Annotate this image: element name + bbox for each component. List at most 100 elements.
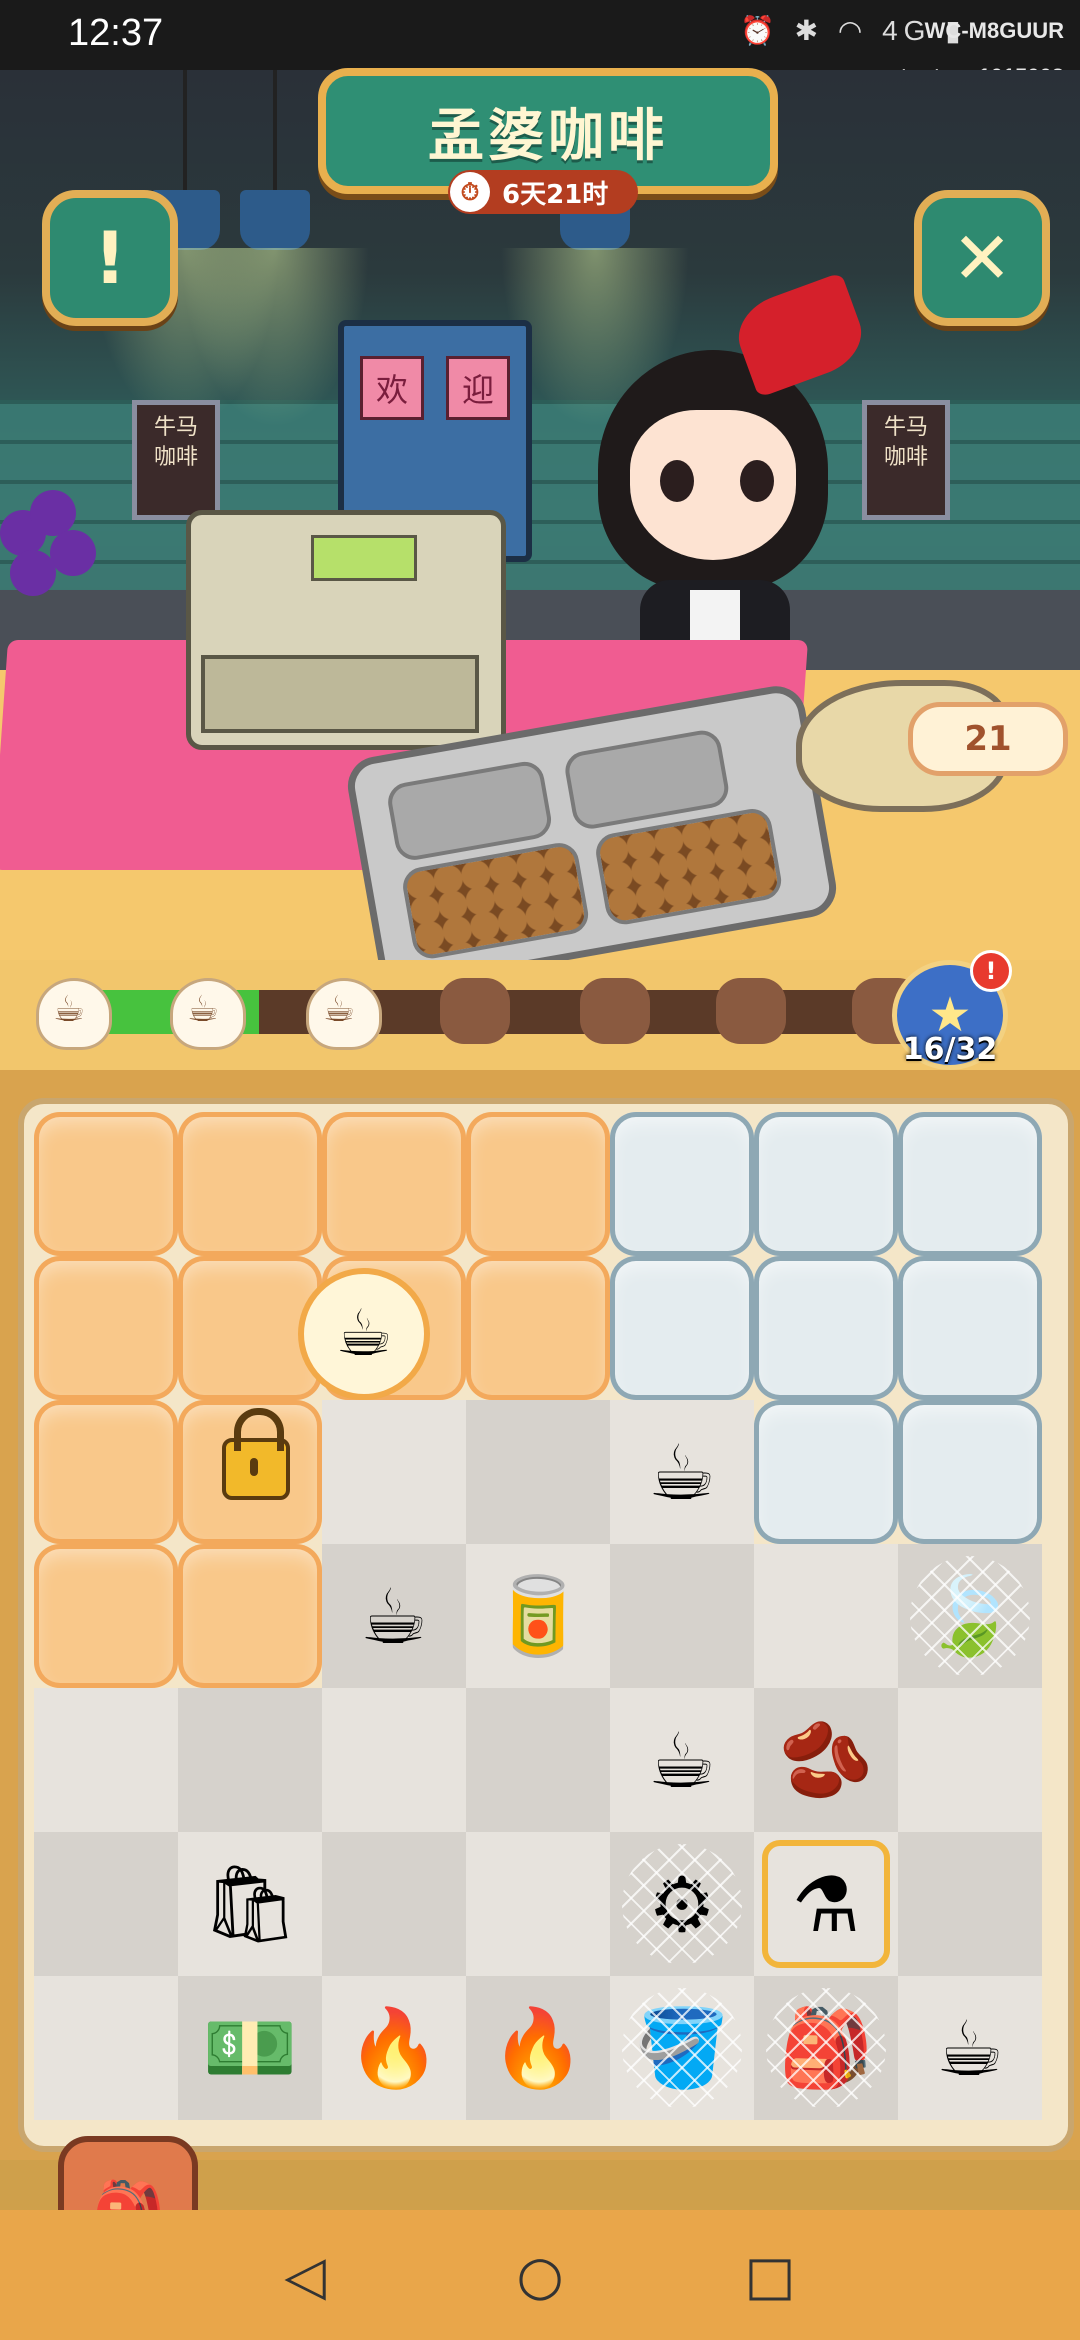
cash-register-icon[interactable] — [186, 510, 506, 750]
roaster-selected-icon[interactable]: ⚗ — [762, 1840, 890, 1968]
board-cell[interactable] — [34, 1256, 178, 1400]
menu-board-text: 牛马 咖啡 — [153, 415, 198, 470]
board-cell[interactable] — [898, 1688, 1042, 1832]
board-cell[interactable]: ⚙ — [610, 1832, 754, 1976]
progress-node-cup[interactable] — [306, 978, 382, 1050]
machine-web-icon[interactable]: 🎒 — [766, 1988, 886, 2108]
board-cell[interactable] — [466, 1832, 610, 1976]
progress-node-locked[interactable] — [580, 978, 650, 1044]
board-cell[interactable]: ☕ — [610, 1400, 754, 1544]
board-cell[interactable]: 🔥 — [466, 1976, 610, 2120]
tea-leaves-web-icon[interactable]: 🍃 — [910, 1556, 1030, 1676]
tray-beans — [399, 839, 592, 962]
board-cell[interactable]: 🔥 — [322, 1976, 466, 2120]
mug-icon[interactable]: ☕ — [334, 1556, 454, 1676]
board-cell[interactable] — [754, 1400, 898, 1544]
board-cell[interactable] — [754, 1256, 898, 1400]
latte-cup-icon[interactable]: ☕ — [910, 1988, 1030, 2108]
order-bubble[interactable]: ☕ — [298, 1268, 430, 1400]
blue-flame-icon[interactable]: 🔥 — [334, 1988, 454, 2108]
board-cell[interactable]: 🥫 — [466, 1544, 610, 1688]
board-cell[interactable] — [898, 1256, 1042, 1400]
bean-bowl-icon[interactable]: 🫘 — [766, 1700, 886, 1820]
merge-board: ☕ ☕ 🥫 🍃 ☕ 🫘 🛍 ⚙ ⚗ 💵 🔥 🔥 🪣 🎒 ☕ — [34, 1112, 1042, 2120]
board-cell[interactable] — [34, 1832, 178, 1976]
album-count: 16/32 — [902, 1032, 998, 1067]
pot-web-icon[interactable]: 🪣 — [622, 1988, 742, 2108]
board-cell[interactable] — [34, 1688, 178, 1832]
coffee-box-icon[interactable]: 🥫 — [478, 1556, 598, 1676]
board-cell[interactable] — [466, 1400, 610, 1544]
device-id: WC-M8GUUR — [924, 18, 1064, 43]
progress-node-cup[interactable] — [170, 978, 246, 1050]
board-cell[interactable] — [610, 1256, 754, 1400]
back-icon[interactable]: ◁ — [270, 2240, 340, 2310]
latte-icon: ☕ — [335, 1297, 393, 1371]
board-cell[interactable] — [466, 1112, 610, 1256]
board-cell[interactable] — [178, 1400, 322, 1544]
coffee-bag-icon[interactable]: 🛍 — [190, 1844, 310, 1964]
board-cell[interactable] — [34, 1400, 178, 1544]
cash-icon[interactable]: 💵 — [190, 1988, 310, 2108]
status-bar: 12:37 ⏰ ✱ ◠ 4G ▮ WC-M8GUUR taptap_101500… — [0, 0, 1080, 89]
board-cell[interactable] — [178, 1112, 322, 1256]
progress-node-locked[interactable] — [440, 978, 510, 1044]
home-icon[interactable]: ○ — [505, 2240, 575, 2310]
board-cell[interactable] — [178, 1544, 322, 1688]
board-cell[interactable] — [322, 1400, 466, 1544]
door-sign: 欢 — [360, 356, 424, 420]
board-cell[interactable]: ☕ — [898, 1976, 1042, 2120]
board-cell[interactable] — [754, 1112, 898, 1256]
exclamation-icon: ! — [93, 216, 127, 300]
blue-flame-icon[interactable]: 🔥 — [478, 1988, 598, 2108]
board-cell[interactable] — [610, 1544, 754, 1688]
recent-apps-icon[interactable]: □ — [735, 2240, 805, 2310]
counter-value-pill[interactable]: 21 — [908, 702, 1068, 776]
board-cell[interactable] — [466, 1256, 610, 1400]
board-cell[interactable] — [754, 1544, 898, 1688]
board-cell[interactable]: ⚗ — [754, 1832, 898, 1976]
close-icon: ✕ — [951, 216, 1013, 300]
eye — [660, 460, 694, 502]
board-cell[interactable] — [34, 1544, 178, 1688]
tray-beans — [592, 805, 785, 928]
lock-icon — [222, 1408, 290, 1500]
board-cell[interactable]: 🫘 — [754, 1688, 898, 1832]
clock-time: 12:37 — [68, 12, 164, 54]
counter-value: 21 — [964, 719, 1012, 759]
clock-icon: ⏱ — [450, 172, 490, 212]
board-cell[interactable] — [898, 1400, 1042, 1544]
coffee-cup-icon[interactable]: ☕ — [622, 1412, 742, 1532]
close-button[interactable]: ✕ — [914, 190, 1050, 326]
register-drawer — [201, 655, 479, 733]
board-cell[interactable]: 💵 — [178, 1976, 322, 2120]
board-cell[interactable] — [322, 1688, 466, 1832]
progress-node-cup[interactable] — [36, 978, 112, 1050]
board-cell[interactable] — [898, 1112, 1042, 1256]
info-button[interactable]: ! — [42, 190, 178, 326]
board-cell[interactable] — [322, 1832, 466, 1976]
board-cell[interactable]: ☕ — [322, 1544, 466, 1688]
board-cell[interactable] — [610, 1112, 754, 1256]
board-cell[interactable]: ☕ — [610, 1688, 754, 1832]
register-screen — [311, 535, 417, 581]
shop-name: 孟婆咖啡 — [428, 103, 668, 169]
menu-board: 牛马 咖啡 — [132, 400, 220, 520]
board-cell[interactable]: 🛍 — [178, 1832, 322, 1976]
progress-node-locked[interactable] — [716, 978, 786, 1044]
board-cell[interactable] — [466, 1688, 610, 1832]
drip-bag-cup-icon[interactable]: ☕ — [622, 1700, 742, 1820]
board-cell[interactable]: 🍃 — [898, 1544, 1042, 1688]
timer-text: 6天21时 — [502, 179, 609, 210]
eye — [740, 460, 774, 502]
board-cell[interactable]: 🪣 — [610, 1976, 754, 2120]
board-cell[interactable]: 🎒 — [754, 1976, 898, 2120]
lamp-icon — [180, 70, 370, 428]
board-cell[interactable] — [34, 1976, 178, 2120]
board-cell[interactable] — [34, 1112, 178, 1256]
grinder-web-icon[interactable]: ⚙ — [622, 1844, 742, 1964]
board-cell[interactable] — [322, 1112, 466, 1256]
board-cell[interactable] — [178, 1688, 322, 1832]
board-cell[interactable] — [898, 1832, 1042, 1976]
notification-badge: ! — [970, 950, 1012, 992]
